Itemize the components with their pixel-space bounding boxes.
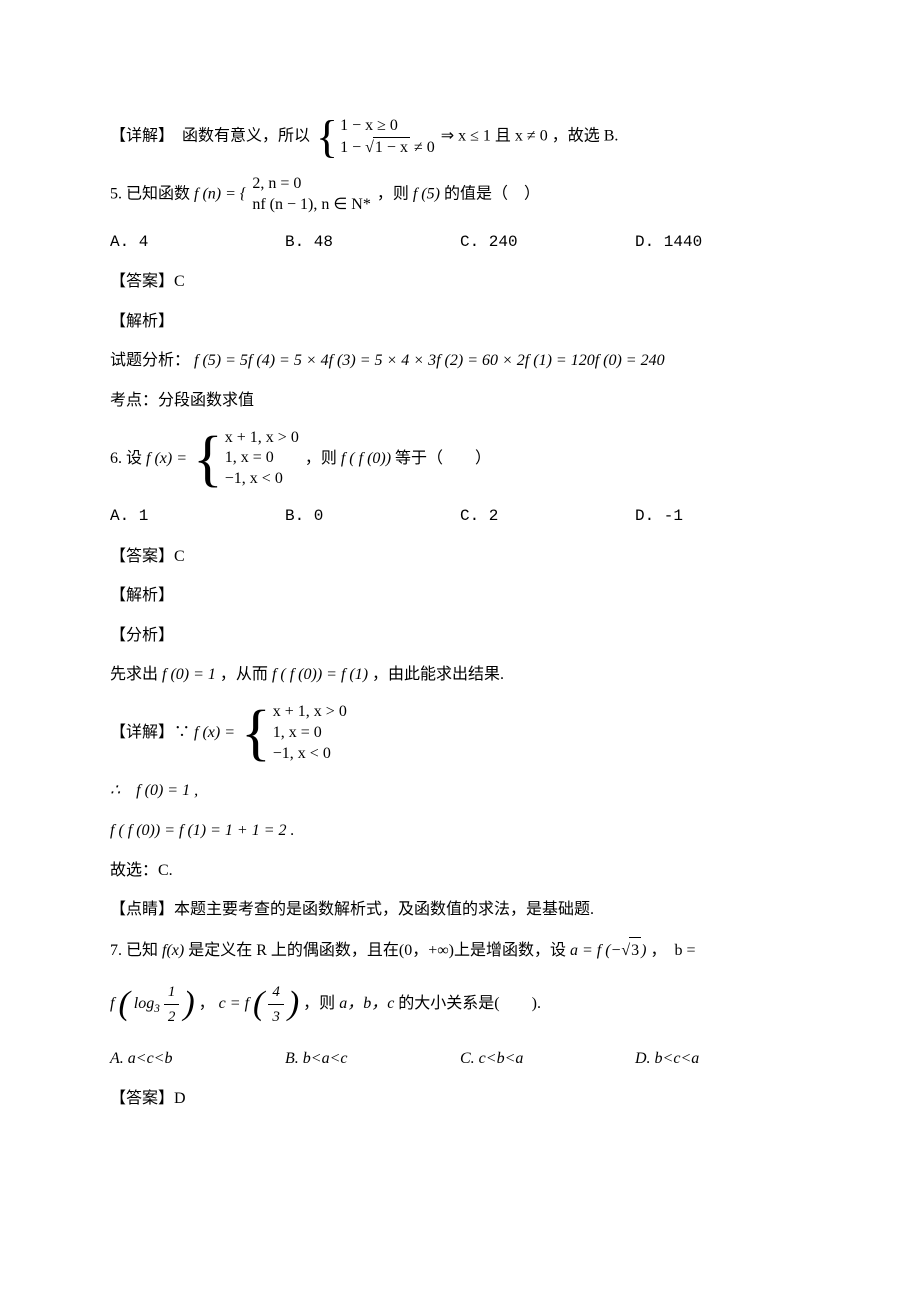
q5-opt-d: D. 1440 [635, 230, 810, 256]
q7-stem-2: f ( log3 1 2 ) ， c = f ( 4 3 ) ，则 a，b，c … [110, 977, 810, 1031]
fraction-4-3: 4 3 [268, 980, 284, 1029]
q7-opt-b: B. b<a<c [285, 1050, 347, 1067]
q5-opt-c: C. 240 [460, 230, 635, 256]
q6-opt-a: A. 1 [110, 504, 285, 530]
q5-answer: 【答案】C [110, 269, 810, 295]
q6-step2: ∴ f (0) = 1 , [110, 778, 810, 804]
q6-opt-c: C. 2 [460, 504, 635, 530]
q5-opt-a: A. 4 [110, 230, 285, 256]
case1: 1 − x ≥ 0 [340, 116, 435, 137]
q5-opt-b: B. 48 [285, 230, 460, 256]
left-brace-icon: { [193, 428, 223, 490]
case2: 1 − √1 − x ≠ 0 [340, 137, 435, 159]
system-brace: { 1 − x ≥ 0 1 − √1 − x ≠ 0 [316, 114, 435, 160]
q5-jiexi-label: 【解析】 [110, 309, 810, 335]
q7-c-expr: c = f ( 4 3 ) [219, 995, 304, 1012]
q6-stem: 6. 设 f (x) = { x + 1, x > 0 1, x = 0 −1,… [110, 428, 810, 490]
q6-opt-d: D. -1 [635, 504, 810, 530]
q6-step3: f ( f (0)) = f (1) = 1 + 1 = 2 . [110, 818, 810, 844]
q6-options: A. 1 B. 0 C. 2 D. -1 [110, 504, 810, 530]
q7-answer: 【答案】D [110, 1086, 810, 1112]
cases: 1 − x ≥ 0 1 − √1 − x ≠ 0 [340, 116, 435, 159]
q6-opt-b: B. 0 [285, 504, 460, 530]
q6-step1: 先求出 f (0) = 1 ，从而 f ( f (0)) = f (1) ，由此… [110, 662, 810, 688]
left-brace-icon: { [241, 702, 271, 764]
q5-options: A. 4 B. 48 C. 240 D. 1440 [110, 230, 810, 256]
q7-b-expr: f ( log3 1 2 ) [110, 995, 199, 1012]
right-paren-icon: ) [288, 985, 299, 1022]
left-paren-icon: ( [253, 985, 264, 1022]
conclusion: ⇒ x ≤ 1 且 x ≠ 0 ，故选 B. [441, 128, 619, 145]
q6-answer: 【答案】C [110, 544, 810, 570]
fraction-1-2: 1 2 [164, 980, 180, 1029]
q6-fenxi-label: 【分析】 [110, 623, 810, 649]
q6-cases: { x + 1, x > 0 1, x = 0 −1, x < 0 [193, 428, 299, 490]
q5-cases: 2, n = 0 nf (n − 1), n ∈ N* [252, 174, 371, 216]
q5-stem: 5. 已知函数 f (n) = { 2, n = 0 nf (n − 1), n… [110, 174, 810, 216]
detail-prev-q: 【详解】 函数有意义，所以 { 1 − x ≥ 0 1 − √1 − x ≠ 0… [110, 114, 810, 160]
q7-opt-a: A. a<c<b [110, 1050, 172, 1067]
right-paren-icon: ) [183, 985, 194, 1022]
left-brace-icon: { [316, 114, 338, 160]
q7-options: A. a<c<b B. b<a<c C. c<b<a D. b<c<a [110, 1046, 810, 1073]
q5-kaodian: 考点：分段函数求值 [110, 388, 810, 414]
q7-opt-c: C. c<b<a [460, 1050, 523, 1067]
q6-detail: 【详解】∵ f (x) = { x + 1, x > 0 1, x = 0 −1… [110, 702, 810, 764]
left-paren-icon: ( [118, 985, 129, 1022]
q5-analysis: 试题分析： f (5) = 5f (4) = 5 × 4f (3) = 5 × … [110, 348, 810, 374]
q6-step4: 故选：C. [110, 858, 810, 884]
q7-opt-d: D. b<c<a [635, 1050, 699, 1067]
q6-jiexi-label: 【解析】 [110, 583, 810, 609]
q7-stem-1: 7. 已知 f(x) 是定义在 R 上的偶函数，且在(0，+∞)上是增函数，设 … [110, 937, 810, 964]
q6-detail-cases: { x + 1, x > 0 1, x = 0 −1, x < 0 [241, 702, 347, 764]
q6-dianjing: 【点睛】本题主要考查的是函数解析式，及函数值的求法，是基础题. [110, 897, 810, 923]
text: 【详解】 函数有意义，所以 [110, 128, 310, 145]
